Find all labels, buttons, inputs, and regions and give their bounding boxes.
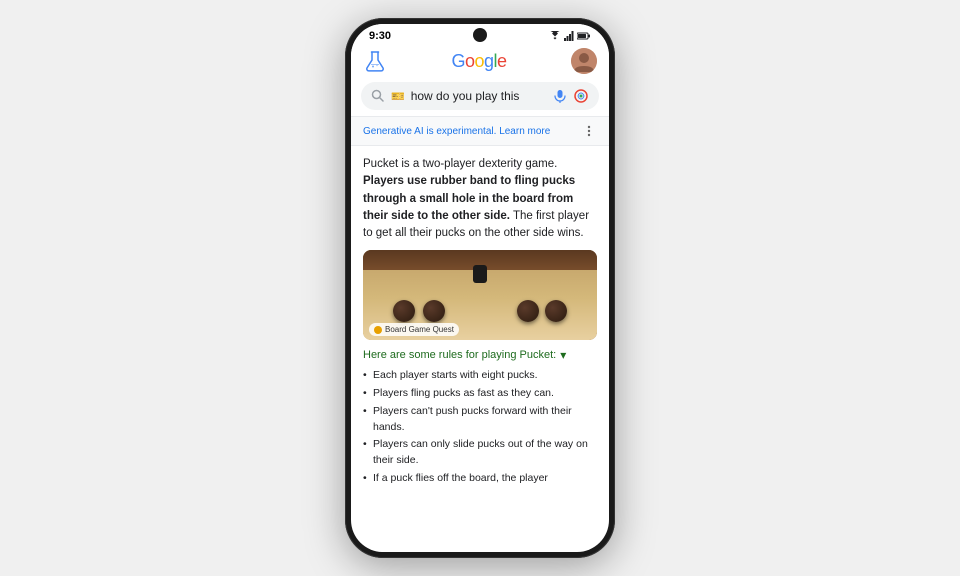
flask-icon[interactable] <box>363 49 387 73</box>
wifi-icon <box>549 31 561 41</box>
summary-text: Pucket is a two-player dexterity game. P… <box>363 156 597 242</box>
signal-icon <box>564 31 574 41</box>
ai-banner: Generative AI is experimental. Learn mor… <box>351 116 609 146</box>
google-lens-icon[interactable] <box>573 88 589 104</box>
rules-header[interactable]: Here are some rules for playing Pucket: … <box>363 348 597 362</box>
battery-icon <box>577 32 591 40</box>
status-icons <box>549 31 591 41</box>
rule-item-2: Players fling pucks as fast as they can. <box>363 386 597 402</box>
search-bar[interactable]: 🎫 how do you play this <box>361 82 599 110</box>
chevron-down-icon[interactable]: ▾ <box>560 348 566 362</box>
status-time: 9:30 <box>369 30 391 42</box>
more-options-icon[interactable] <box>581 123 597 139</box>
ai-banner-text: Generative AI is experimental. Learn mor… <box>363 126 550 137</box>
top-bar: Google <box>351 44 609 78</box>
phone-device: 9:30 <box>345 18 615 558</box>
board-hole <box>473 265 487 283</box>
rule-item-4: Players can only slide pucks out of the … <box>363 437 597 469</box>
user-avatar[interactable] <box>571 48 597 74</box>
microphone-icon[interactable] <box>553 89 567 103</box>
caption-text: Board Game Quest <box>385 325 454 334</box>
summary-intro: Pucket is a two-player dexterity game. <box>363 158 557 170</box>
rules-list: Each player starts with eight pucks. Pla… <box>363 368 597 486</box>
rule-item-3: Players can't push pucks forward with th… <box>363 404 597 436</box>
rules-title: Here are some rules for playing Pucket: <box>363 349 556 361</box>
search-icon <box>371 89 385 103</box>
rule-item-5: If a puck flies off the board, the playe… <box>363 471 597 487</box>
rule-item-1: Each player starts with eight pucks. <box>363 368 597 384</box>
caption-dot <box>374 326 382 334</box>
learn-more-link[interactable]: Learn more <box>499 126 550 137</box>
main-content: Pucket is a two-player dexterity game. P… <box>351 146 609 552</box>
image-caption: Board Game Quest <box>369 323 459 336</box>
search-sticker: 🎫 <box>391 90 405 103</box>
google-logo: Google <box>451 51 506 72</box>
phone-screen: 9:30 <box>351 24 609 552</box>
game-image: Board Game Quest <box>363 250 597 340</box>
phone-notch <box>473 28 487 42</box>
search-query: how do you play this <box>411 89 547 103</box>
